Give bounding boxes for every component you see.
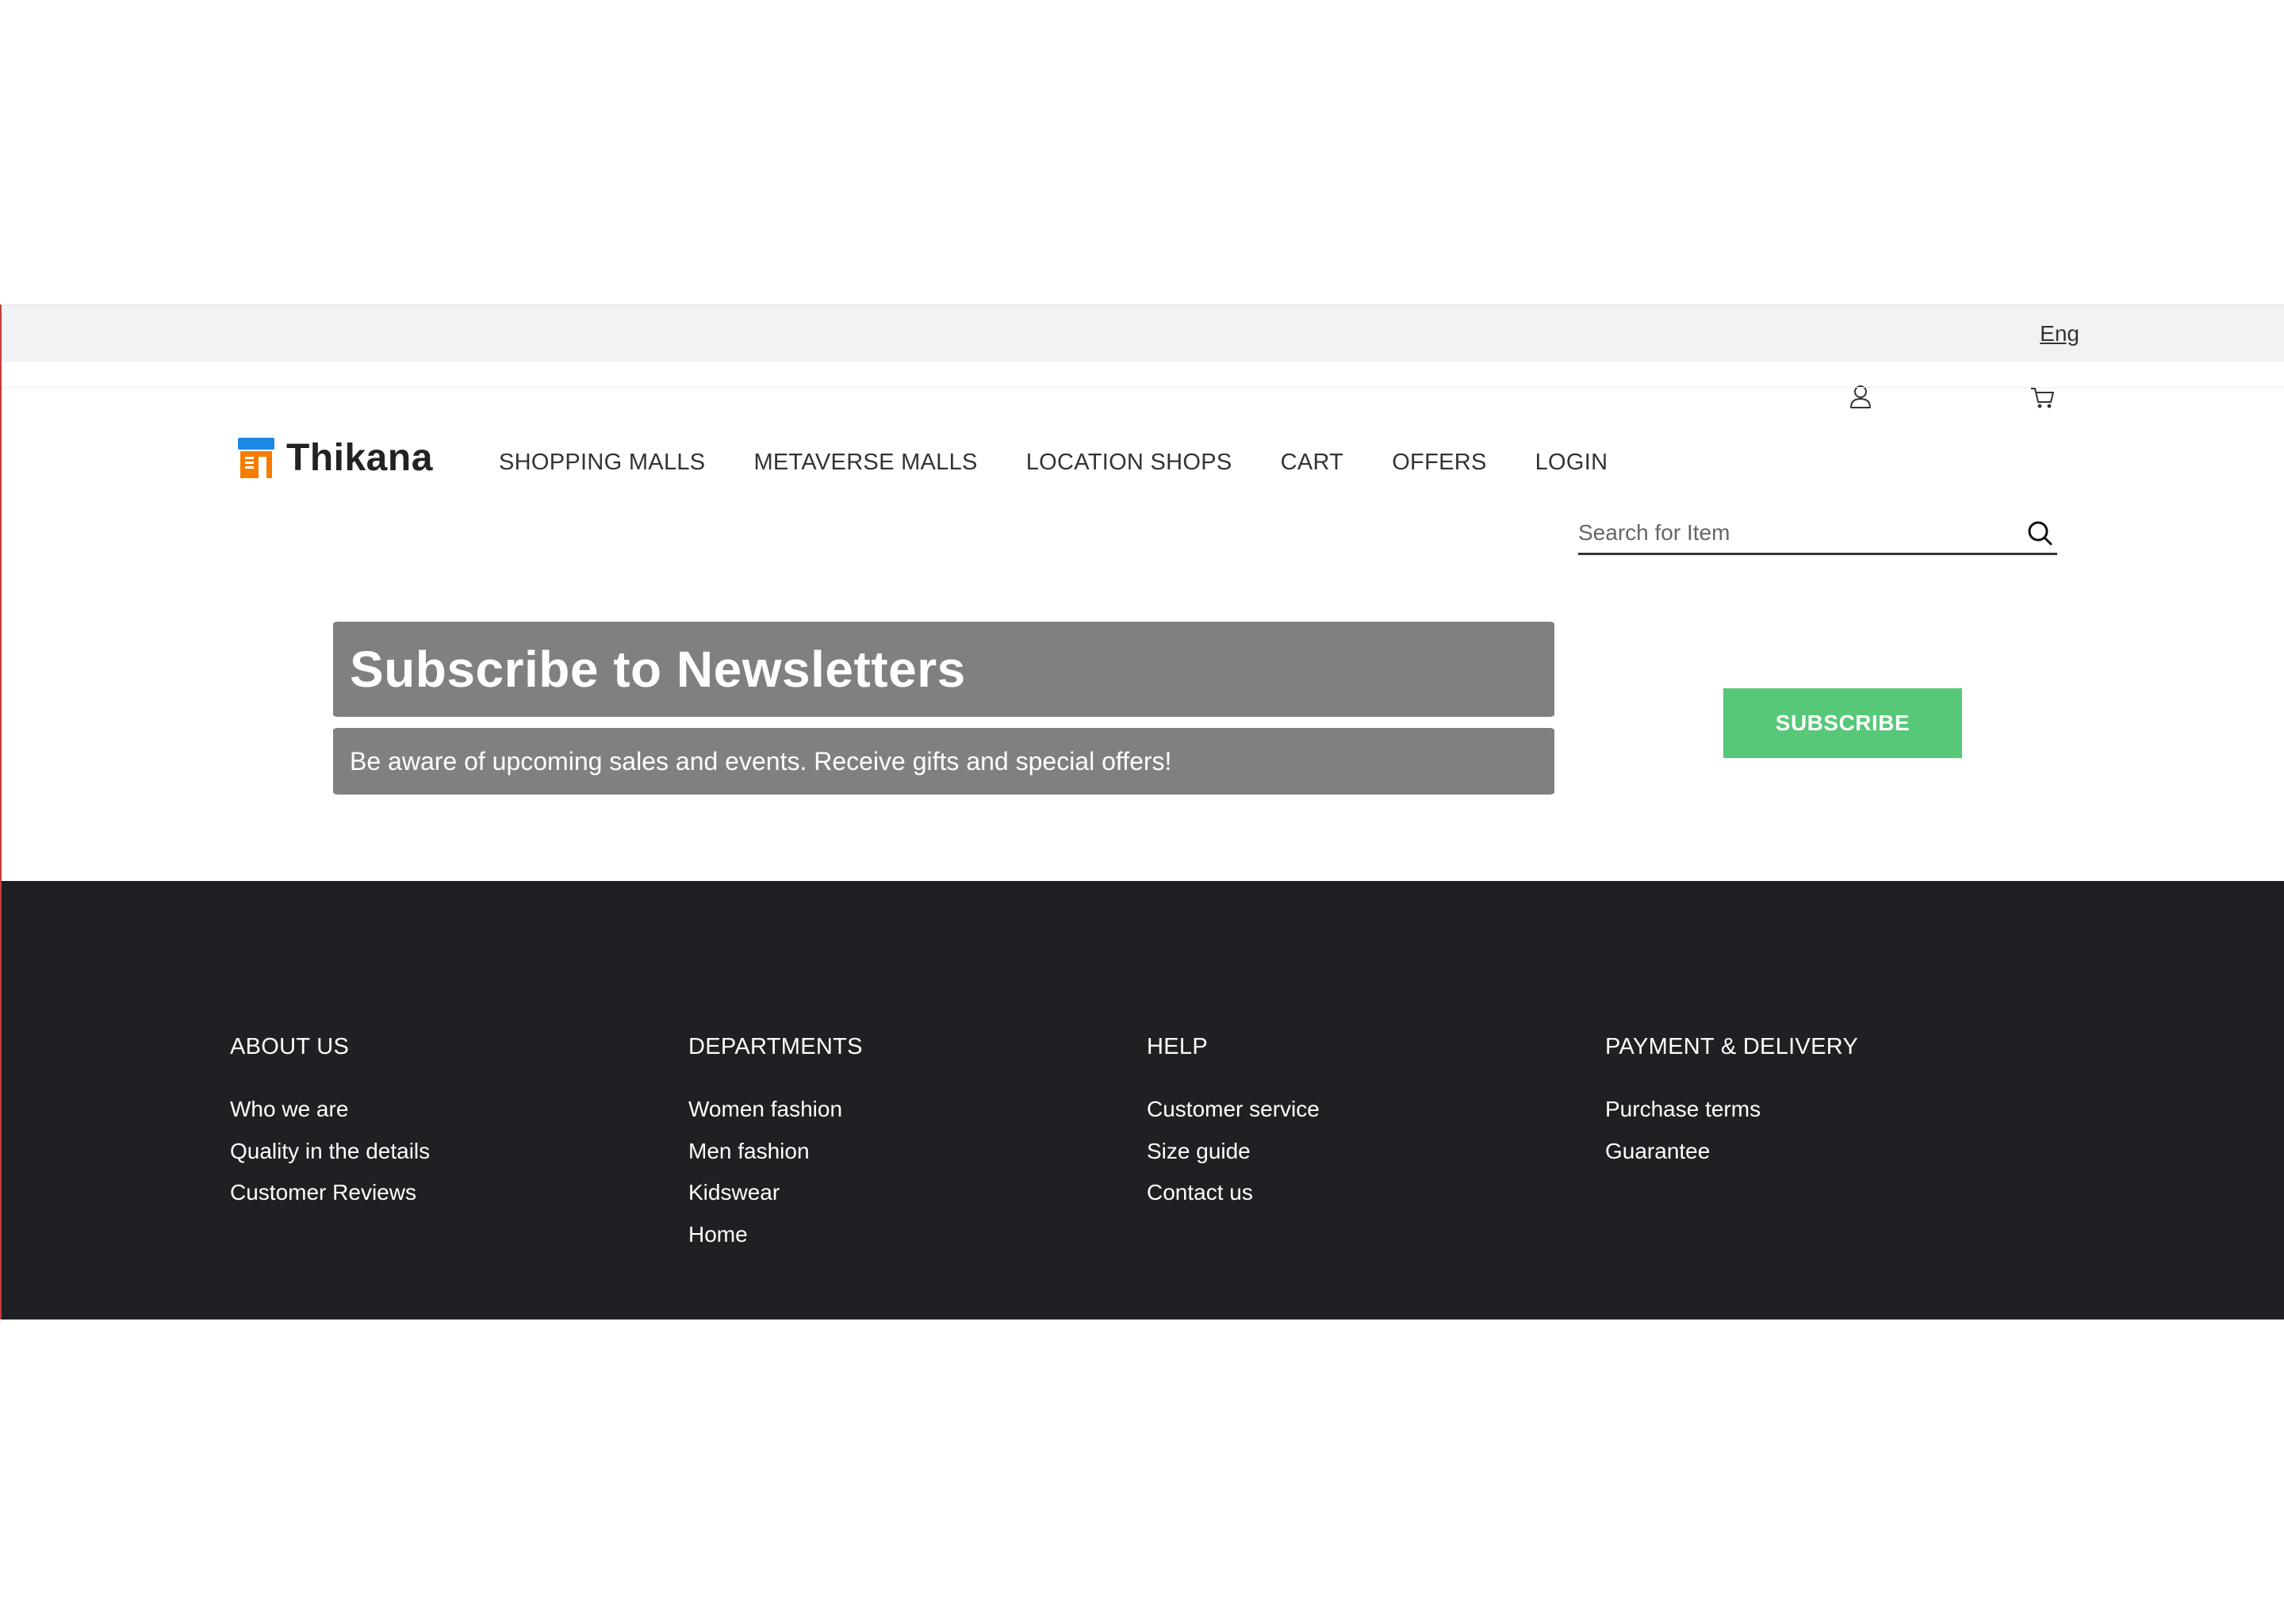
subscribe-button[interactable]: SUBSCRIBE	[1723, 688, 1962, 758]
newsletter-subtitle: Be aware of upcoming sales and events. R…	[333, 728, 1554, 795]
nav-location-shops[interactable]: LOCATION SHOPS	[1026, 450, 1232, 476]
search-icon[interactable]	[2024, 517, 2056, 549]
logo-text: Thikana	[286, 436, 433, 479]
footer-column-departments: DEPARTMENTS Women fashion Men fashion Ki…	[688, 1034, 863, 1263]
nav-metaverse-malls[interactable]: METAVERSE MALLS	[753, 450, 977, 476]
footer-link[interactable]: Contact us	[1147, 1180, 1320, 1222]
nav-cart[interactable]: CART	[1281, 450, 1344, 476]
footer-link[interactable]: Who we are	[230, 1097, 430, 1139]
nav-shopping-malls[interactable]: SHOPPING MALLS	[499, 450, 705, 476]
footer-link[interactable]: Women fashion	[688, 1097, 863, 1139]
nav-login[interactable]: LOGIN	[1535, 450, 1608, 476]
store-logo-icon	[238, 438, 274, 478]
footer-link[interactable]: Customer Reviews	[230, 1180, 430, 1222]
footer-column-payment-delivery: PAYMENT & DELIVERY Purchase terms Guaran…	[1605, 1034, 1858, 1180]
footer-heading: PAYMENT & DELIVERY	[1605, 1034, 1859, 1059]
search-input[interactable]	[1578, 519, 2006, 547]
user-icon[interactable]	[1845, 381, 1876, 412]
footer-column-help: HELP Customer service Size guide Contact…	[1147, 1034, 1320, 1222]
logo[interactable]: Thikana	[236, 433, 459, 482]
footer-link[interactable]: Men fashion	[688, 1139, 863, 1181]
footer-column-about: ABOUT US Who we are Quality in the detai…	[230, 1034, 430, 1222]
footer-heading: DEPARTMENTS	[688, 1034, 863, 1059]
language-selector[interactable]: Eng	[2040, 321, 2079, 347]
top-bar: Eng	[2, 304, 2284, 362]
footer: ABOUT US Who we are Quality in the detai…	[2, 881, 2284, 1320]
footer-link[interactable]: Home	[688, 1222, 863, 1264]
search-bar	[1578, 514, 2057, 555]
main-nav: SHOPPING MALLS METAVERSE MALLS LOCATION …	[499, 450, 1656, 476]
nav-offers[interactable]: OFFERS	[1392, 450, 1486, 476]
footer-link[interactable]: Quality in the details	[230, 1139, 430, 1181]
footer-heading: ABOUT US	[230, 1034, 350, 1059]
footer-link[interactable]: Size guide	[1147, 1139, 1320, 1181]
footer-heading: HELP	[1147, 1034, 1208, 1059]
cart-icon[interactable]	[2027, 381, 2059, 412]
newsletter-title: Subscribe to Newsletters	[333, 622, 1554, 717]
footer-link[interactable]: Guarantee	[1605, 1139, 1858, 1181]
header-divider	[2, 387, 2284, 388]
footer-link[interactable]: Customer service	[1147, 1097, 1320, 1139]
footer-link[interactable]: Purchase terms	[1605, 1097, 1858, 1139]
footer-link[interactable]: Kidswear	[688, 1180, 863, 1222]
page: Eng Thikana SHOPPING MALLS METAVERSE MAL…	[0, 304, 2284, 1320]
